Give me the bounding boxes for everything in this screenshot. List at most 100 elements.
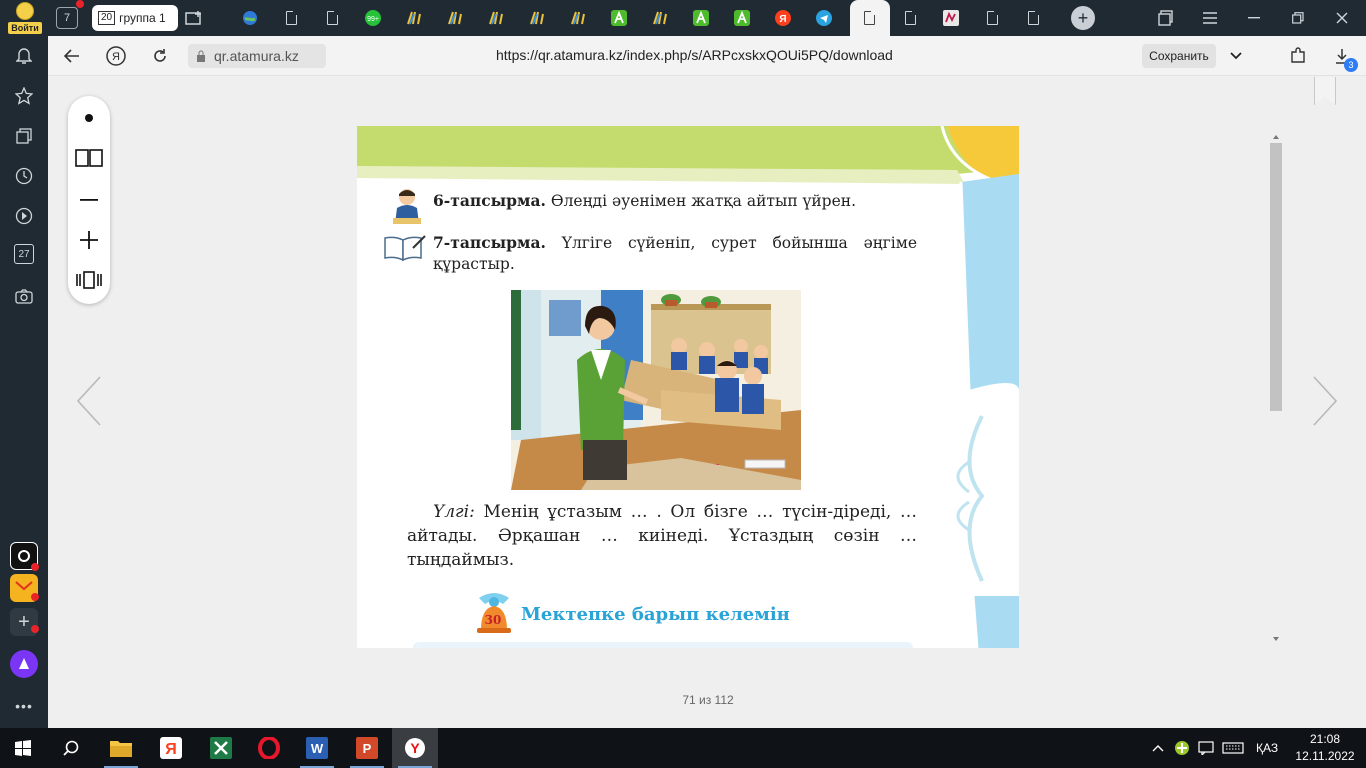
tab-edu-icon[interactable] — [484, 6, 508, 30]
scroll-thumb[interactable] — [1270, 143, 1282, 411]
pdf-viewer: 6-тапсырма. Өлеңді әуенімен жатқа айтып … — [48, 77, 1366, 728]
calendar-icon[interactable]: 27 — [14, 244, 34, 264]
clock-date: 12.11.2022 — [1295, 749, 1355, 763]
svg-text:Я: Я — [112, 51, 120, 63]
start-button[interactable] — [0, 728, 46, 768]
tab-strip: Войти 7 20 группа 1 99+ Я + — [0, 0, 1366, 36]
taskbar-excel[interactable] — [198, 728, 244, 768]
add-to-group-icon[interactable] — [182, 6, 206, 30]
tab-edu-icon[interactable] — [443, 6, 467, 30]
tab-globe-icon[interactable] — [238, 6, 262, 30]
restore-icon[interactable] — [1286, 6, 1310, 30]
minimize-icon[interactable] — [1242, 6, 1266, 30]
taskbar-opera[interactable] — [246, 728, 292, 768]
camera-icon[interactable] — [12, 284, 36, 308]
save-button[interactable]: Сохранить — [1142, 44, 1216, 68]
tray-expand-icon[interactable] — [1152, 744, 1164, 752]
next-page-arrow[interactable] — [1310, 373, 1340, 429]
fit-page-button[interactable] — [73, 264, 105, 296]
star-icon[interactable] — [12, 84, 36, 108]
history-icon[interactable] — [12, 164, 36, 188]
url-text[interactable]: https://qr.atamura.kz/index.php/s/ARPcxs… — [496, 47, 893, 63]
yandex-icon: Я — [106, 46, 126, 66]
viewer-toolbar — [68, 96, 110, 304]
taskbar-yandex-browser[interactable]: Y — [392, 728, 438, 768]
domain-text: qr.atamura.kz — [214, 48, 299, 64]
downloads-badge: 3 — [1344, 58, 1358, 72]
clock[interactable]: 21:08 12.11.2022 — [1290, 731, 1360, 765]
site-info-pill[interactable]: qr.atamura.kz — [188, 44, 326, 68]
more-icon[interactable]: ••• — [12, 694, 36, 718]
tab-green-a-icon[interactable] — [730, 6, 754, 30]
back-button[interactable] — [60, 44, 84, 68]
tab-green-a-icon[interactable] — [607, 6, 631, 30]
reload-button[interactable] — [148, 44, 172, 68]
group-tab-label: группа 1 — [119, 11, 166, 25]
tab-document-icon[interactable] — [279, 6, 303, 30]
zoom-in-button[interactable] — [73, 224, 105, 256]
new-tab-button[interactable]: + — [1071, 6, 1095, 30]
scrollbar[interactable] — [1268, 133, 1284, 643]
tab-whatsapp-icon[interactable]: 99+ — [361, 6, 385, 30]
zoom-out-button[interactable] — [73, 184, 105, 216]
notification-dot — [31, 593, 39, 601]
book-icon — [75, 149, 103, 167]
bell-icon[interactable] — [12, 44, 36, 68]
close-icon[interactable] — [1330, 6, 1354, 30]
notifications-icon[interactable] — [1198, 741, 1214, 755]
tray-app-icon[interactable] — [1174, 740, 1190, 756]
language-indicator[interactable]: ҚАЗ — [1256, 741, 1278, 755]
section-title: Мектепке барып келемін — [521, 604, 790, 625]
bookmark-icon[interactable] — [1314, 77, 1336, 105]
single-page-button[interactable] — [73, 102, 105, 134]
taskbar-explorer[interactable] — [98, 728, 144, 768]
student-icon — [393, 189, 421, 224]
collections-icon[interactable] — [1154, 6, 1178, 30]
tab-image-icon[interactable] — [939, 6, 963, 30]
tab-edu-icon[interactable] — [402, 6, 426, 30]
scroll-up-icon[interactable] — [1268, 133, 1284, 141]
tab-groups-button[interactable]: 7 — [56, 7, 78, 29]
search-button[interactable] — [48, 728, 94, 768]
tab-telegram-icon[interactable] — [812, 6, 836, 30]
two-page-button[interactable] — [73, 142, 105, 174]
document-icon — [864, 11, 875, 25]
alice-assistant-icon[interactable] — [10, 650, 38, 678]
page-counter: 71 из 112 — [682, 693, 734, 707]
fit-page-icon — [76, 271, 102, 289]
sidebar: 27 + ••• — [0, 36, 48, 728]
tab-edu-icon[interactable] — [525, 6, 549, 30]
keyboard-icon[interactable] — [1222, 742, 1244, 754]
previous-page-arrow[interactable] — [74, 373, 104, 429]
tab-document-icon[interactable] — [1021, 6, 1045, 30]
sample-paragraph: Үлгі: Менің ұстазым … . Ол бізге … түсін… — [407, 500, 917, 572]
login-button[interactable]: Войти — [8, 2, 42, 34]
excel-icon — [210, 737, 232, 759]
scroll-down-icon[interactable] — [1268, 635, 1284, 643]
tab-group[interactable]: 20 группа 1 — [92, 5, 178, 31]
powerpoint-icon: P — [356, 737, 378, 759]
folder-icon — [110, 741, 132, 757]
tab-yandex-icon[interactable]: Я — [771, 6, 795, 30]
taskbar-powerpoint[interactable]: P — [344, 728, 390, 768]
yandex-button[interactable]: Я — [104, 44, 128, 68]
minus-icon — [80, 199, 98, 201]
taskbar-word[interactable]: W — [294, 728, 340, 768]
task-7-label: 7-тапсырма. — [433, 233, 546, 252]
play-icon[interactable] — [12, 204, 36, 228]
extensions-button[interactable] — [1286, 44, 1310, 68]
tab-active-document[interactable] — [850, 0, 890, 36]
collections-icon[interactable] — [12, 124, 36, 148]
tab-edu-icon[interactable] — [648, 6, 672, 30]
tab-document-icon[interactable] — [980, 6, 1004, 30]
tab-document-icon[interactable] — [320, 6, 344, 30]
book-page: 6-тапсырма. Өлеңді әуенімен жатқа айтып … — [357, 126, 1019, 648]
save-options-button[interactable] — [1224, 44, 1248, 68]
taskbar-yandex[interactable]: Я — [148, 728, 194, 768]
tab-edu-icon[interactable] — [566, 6, 590, 30]
calendar-day: 27 — [18, 248, 30, 260]
svg-text:Y: Y — [410, 740, 420, 756]
tab-document-icon[interactable] — [898, 6, 922, 30]
tab-green-a-icon[interactable] — [689, 6, 713, 30]
menu-icon[interactable] — [1198, 6, 1222, 30]
